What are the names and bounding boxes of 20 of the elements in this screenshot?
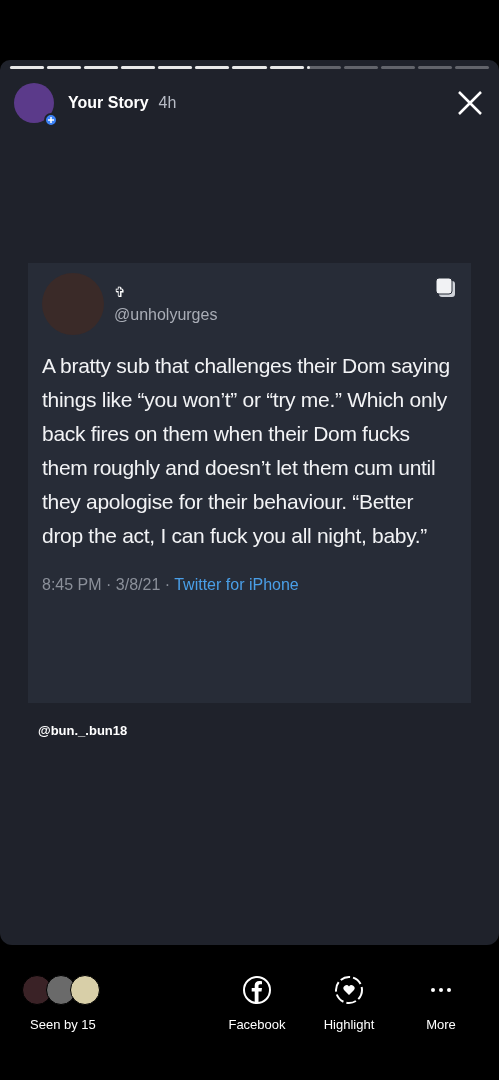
tweet-timestamp: 8:45 PM · 3/8/21 · [42, 576, 172, 593]
facebook-button[interactable]: Facebook [221, 975, 293, 1035]
viewer-avatar [70, 975, 100, 1005]
copy-icon[interactable] [435, 277, 457, 299]
story-time: 4h [158, 93, 177, 113]
add-icon[interactable] [44, 113, 58, 127]
display-name: ✞ [114, 282, 127, 302]
more-icon [431, 988, 451, 992]
handle: @unholyurges [114, 304, 218, 325]
mention-sticker[interactable]: @bun._.bun18 [38, 721, 128, 741]
source-link[interactable]: Twitter for iPhone [174, 576, 299, 593]
tweet-text: A bratty sub that challenges their Dom saying things like “you won’t” or “try me.” Which only back fires on them when their Dom fucks them roughly and doesn’t let them cum until they apologise for their behaviour. “Better drop the act, I can fuck you all night, baby.” [42, 353, 451, 549]
seen-by-count[interactable]: Seen by 15 [30, 1015, 96, 1035]
highlight-button[interactable]: Highlight [313, 975, 385, 1035]
close-icon[interactable] [457, 90, 483, 116]
more-button[interactable]: More [405, 975, 477, 1035]
facebook-icon [242, 975, 272, 1005]
highlight-icon [334, 975, 364, 1005]
avatar[interactable] [14, 83, 54, 123]
story-title: Your Story [68, 93, 149, 113]
